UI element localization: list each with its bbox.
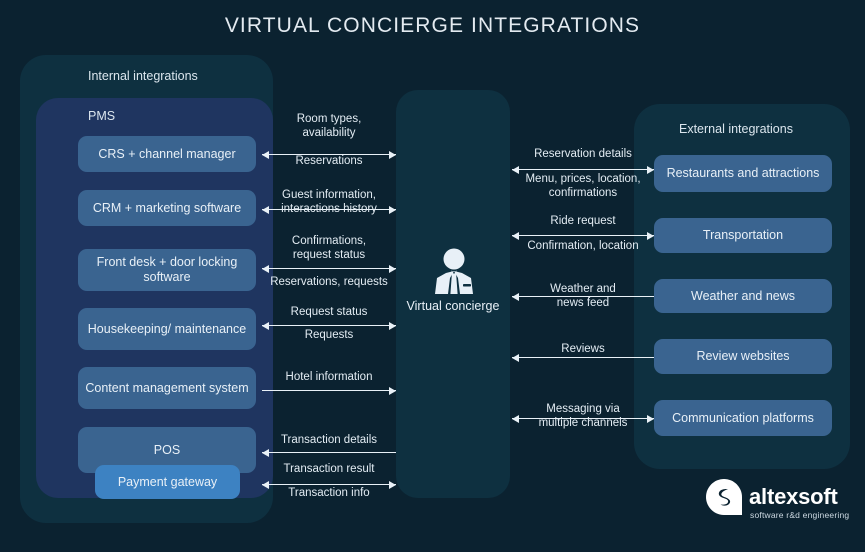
business-person-icon xyxy=(435,248,473,294)
external-integration-box[interactable]: Communication platforms xyxy=(654,400,832,436)
internal-integration-box[interactable]: Housekeeping/ maintenance xyxy=(78,308,256,350)
flow-arrow-label: Ride request xyxy=(550,215,616,227)
flow-arrow-line xyxy=(262,268,396,269)
flow-arrow-head-left xyxy=(512,231,519,240)
logo-tagline: software r&d engineering xyxy=(750,510,850,520)
flow-arrow-label: Confirmations, request status xyxy=(291,235,367,261)
flow-arrow-line xyxy=(262,390,396,391)
flow-arrow-label: Reservations, requests xyxy=(270,276,388,288)
flow-arrow-line xyxy=(512,357,654,358)
internal-integration-box[interactable]: Front desk + door locking software xyxy=(78,249,256,291)
flow-arrow-label: Weather and news feed xyxy=(550,283,616,309)
flow-arrow-head-left xyxy=(262,264,269,273)
page-title: VIRTUAL CONCIERGE INTEGRATIONS xyxy=(224,14,641,37)
flow-arrow-label: Messaging via multiple channels xyxy=(538,403,628,429)
flow-arrow-label: Transaction info xyxy=(288,487,370,499)
flow-arrow-line xyxy=(512,235,654,236)
internal-integration-box[interactable]: Payment gateway xyxy=(95,465,240,499)
internal-integrations-label: Internal integrations xyxy=(88,69,198,83)
external-integration-box[interactable]: Transportation xyxy=(654,218,832,253)
flow-arrow-line xyxy=(262,452,396,453)
flow-arrow-label: Reservations xyxy=(295,155,363,167)
flow-arrow-label: Guest information, interactions history xyxy=(281,189,377,215)
internal-integration-box[interactable]: Content management system xyxy=(78,367,256,409)
flow-arrow-label: Menu, prices, location, confirmations xyxy=(525,173,641,199)
external-integration-box[interactable]: Restaurants and attractions xyxy=(654,155,832,192)
flow-arrow-label: Requests xyxy=(304,329,354,341)
internal-integration-box[interactable]: CRS + channel manager xyxy=(78,136,256,172)
altexsoft-mark-icon xyxy=(706,479,742,515)
logo-name: altexsoft xyxy=(749,484,838,509)
flow-arrow-line xyxy=(262,325,396,326)
flow-arrow-label: Hotel information xyxy=(285,371,373,383)
virtual-concierge-label: Virtual concierge xyxy=(406,299,500,313)
diagram-canvas: VIRTUAL CONCIERGE INTEGRATIONS Internal … xyxy=(0,0,865,552)
external-integrations-label: External integrations xyxy=(679,122,793,136)
flow-arrow-label: Request status xyxy=(290,306,368,318)
flow-arrow-label: Reservation details xyxy=(534,148,632,160)
flow-arrow-label: Transaction result xyxy=(283,463,375,475)
external-integration-box[interactable]: Review websites xyxy=(654,339,832,374)
virtual-concierge-panel xyxy=(396,90,510,498)
flow-arrow-label: Reviews xyxy=(561,343,605,355)
flow-arrow-line xyxy=(262,484,396,485)
altexsoft-logo: altexsoft software r&d engineering xyxy=(705,478,855,540)
pms-label: PMS xyxy=(88,109,116,123)
internal-integration-box[interactable]: CRM + marketing software xyxy=(78,190,256,226)
flow-arrow-head-right xyxy=(389,386,396,395)
flow-arrow-label: Confirmation, location xyxy=(527,240,639,252)
flow-arrow-head-left xyxy=(262,448,269,457)
flow-arrow-line xyxy=(512,169,654,170)
flow-arrow-label: Transaction details xyxy=(280,434,378,446)
external-integration-box[interactable]: Weather and news xyxy=(654,279,832,313)
flow-arrow-label: Room types, availability xyxy=(296,113,362,139)
